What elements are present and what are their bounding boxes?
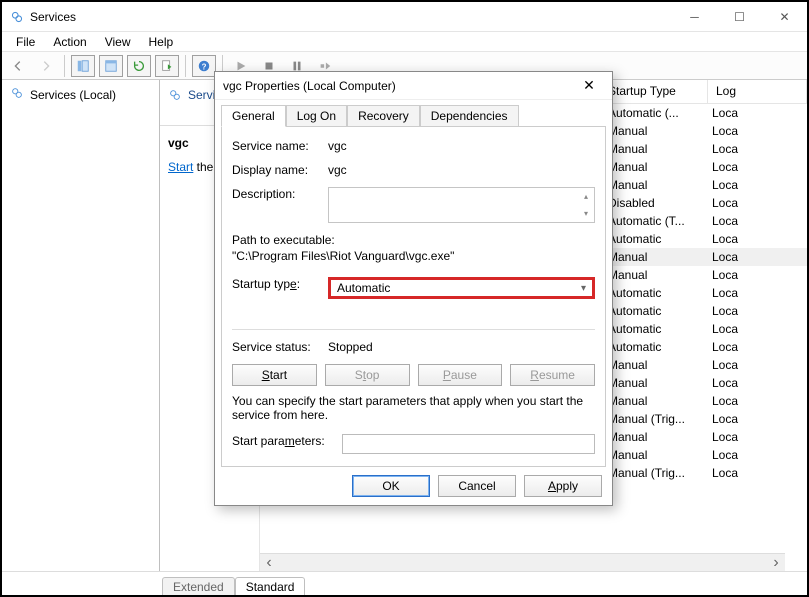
- nav-item-label: Services (Local): [30, 88, 116, 102]
- stop-button[interactable]: Stop: [325, 364, 410, 386]
- scroll-left-button[interactable]: ‹: [260, 554, 278, 572]
- label-path: Path to executable:: [232, 233, 595, 247]
- spin-up-icon[interactable]: ▴: [578, 188, 594, 205]
- cancel-button[interactable]: Cancel: [438, 475, 516, 497]
- label-service-status: Service status:: [232, 340, 328, 354]
- gear-icon: [168, 88, 182, 107]
- window-titlebar: Services ─ ☐ ✕: [2, 2, 807, 32]
- dialog-title: vgc Properties (Local Computer): [223, 79, 574, 93]
- value-service-status: Stopped: [328, 340, 595, 354]
- menu-action[interactable]: Action: [45, 35, 94, 49]
- toolbar-view2-button[interactable]: [99, 55, 123, 77]
- window-maximize-button[interactable]: ☐: [717, 2, 762, 31]
- properties-dialog: vgc Properties (Local Computer) ✕ Genera…: [214, 71, 613, 506]
- value-display-name: vgc: [328, 163, 595, 177]
- label-description: Description:: [232, 187, 328, 201]
- horizontal-scrollbar[interactable]: ‹ ›: [260, 553, 785, 571]
- tab-recovery[interactable]: Recovery: [347, 105, 420, 127]
- toolbar-refresh-button[interactable]: [127, 55, 151, 77]
- resume-button[interactable]: Resume: [510, 364, 595, 386]
- dialog-close-button[interactable]: ✕: [574, 77, 604, 94]
- column-startup-type[interactable]: Startup Type: [600, 80, 708, 103]
- ok-button[interactable]: OK: [352, 475, 430, 497]
- label-startup-type: Startup type:: [232, 277, 328, 291]
- nav-forward-button[interactable]: [34, 55, 58, 77]
- menu-file[interactable]: File: [8, 35, 43, 49]
- value-service-name: vgc: [328, 139, 595, 153]
- pause-button[interactable]: Pause: [418, 364, 503, 386]
- svg-text:?: ?: [202, 62, 207, 71]
- toolbar-help-button[interactable]: ?: [192, 55, 216, 77]
- description-textbox[interactable]: ▴▾: [328, 187, 595, 223]
- label-service-name: Service name:: [232, 139, 328, 153]
- nav-item-services-local[interactable]: Services (Local): [6, 84, 155, 105]
- dialog-tabs: General Log On Recovery Dependencies: [215, 100, 612, 126]
- column-log-on-as[interactable]: Log: [708, 80, 807, 103]
- start-params-hint: You can specify the start parameters tha…: [232, 394, 595, 422]
- window-close-button[interactable]: ✕: [762, 2, 807, 31]
- tab-dependencies[interactable]: Dependencies: [420, 105, 519, 127]
- chevron-down-icon: ▾: [581, 283, 586, 294]
- startup-type-dropdown[interactable]: Automatic ▾: [328, 277, 595, 299]
- menu-bar: File Action View Help: [2, 32, 807, 52]
- detail-start-link[interactable]: Start: [168, 160, 193, 174]
- label-display-name: Display name:: [232, 163, 328, 177]
- gear-icon: [10, 86, 24, 103]
- view-tabs: Extended Standard: [2, 571, 807, 595]
- start-parameters-input[interactable]: [342, 434, 595, 454]
- tab-log-on[interactable]: Log On: [286, 105, 347, 127]
- services-app-icon: [10, 10, 24, 24]
- scroll-right-button[interactable]: ›: [767, 554, 785, 572]
- spin-down-icon[interactable]: ▾: [578, 205, 594, 222]
- startup-type-value: Automatic: [337, 281, 390, 295]
- toolbar-view1-button[interactable]: [71, 55, 95, 77]
- tab-extended[interactable]: Extended: [162, 577, 235, 596]
- value-path: "C:\Program Files\Riot Vanguard\vgc.exe": [232, 249, 595, 263]
- menu-view[interactable]: View: [97, 35, 139, 49]
- start-button[interactable]: Start: [232, 364, 317, 386]
- tab-general[interactable]: General: [221, 105, 286, 127]
- label-start-parameters: Start parameters:: [232, 434, 342, 448]
- window-title: Services: [30, 10, 672, 24]
- toolbar-export-button[interactable]: [155, 55, 179, 77]
- tab-standard[interactable]: Standard: [235, 577, 306, 596]
- window-minimize-button[interactable]: ─: [672, 2, 717, 31]
- nav-tree: Services (Local): [2, 80, 160, 571]
- menu-help[interactable]: Help: [141, 35, 182, 49]
- nav-back-button[interactable]: [6, 55, 30, 77]
- apply-button[interactable]: Apply: [524, 475, 602, 497]
